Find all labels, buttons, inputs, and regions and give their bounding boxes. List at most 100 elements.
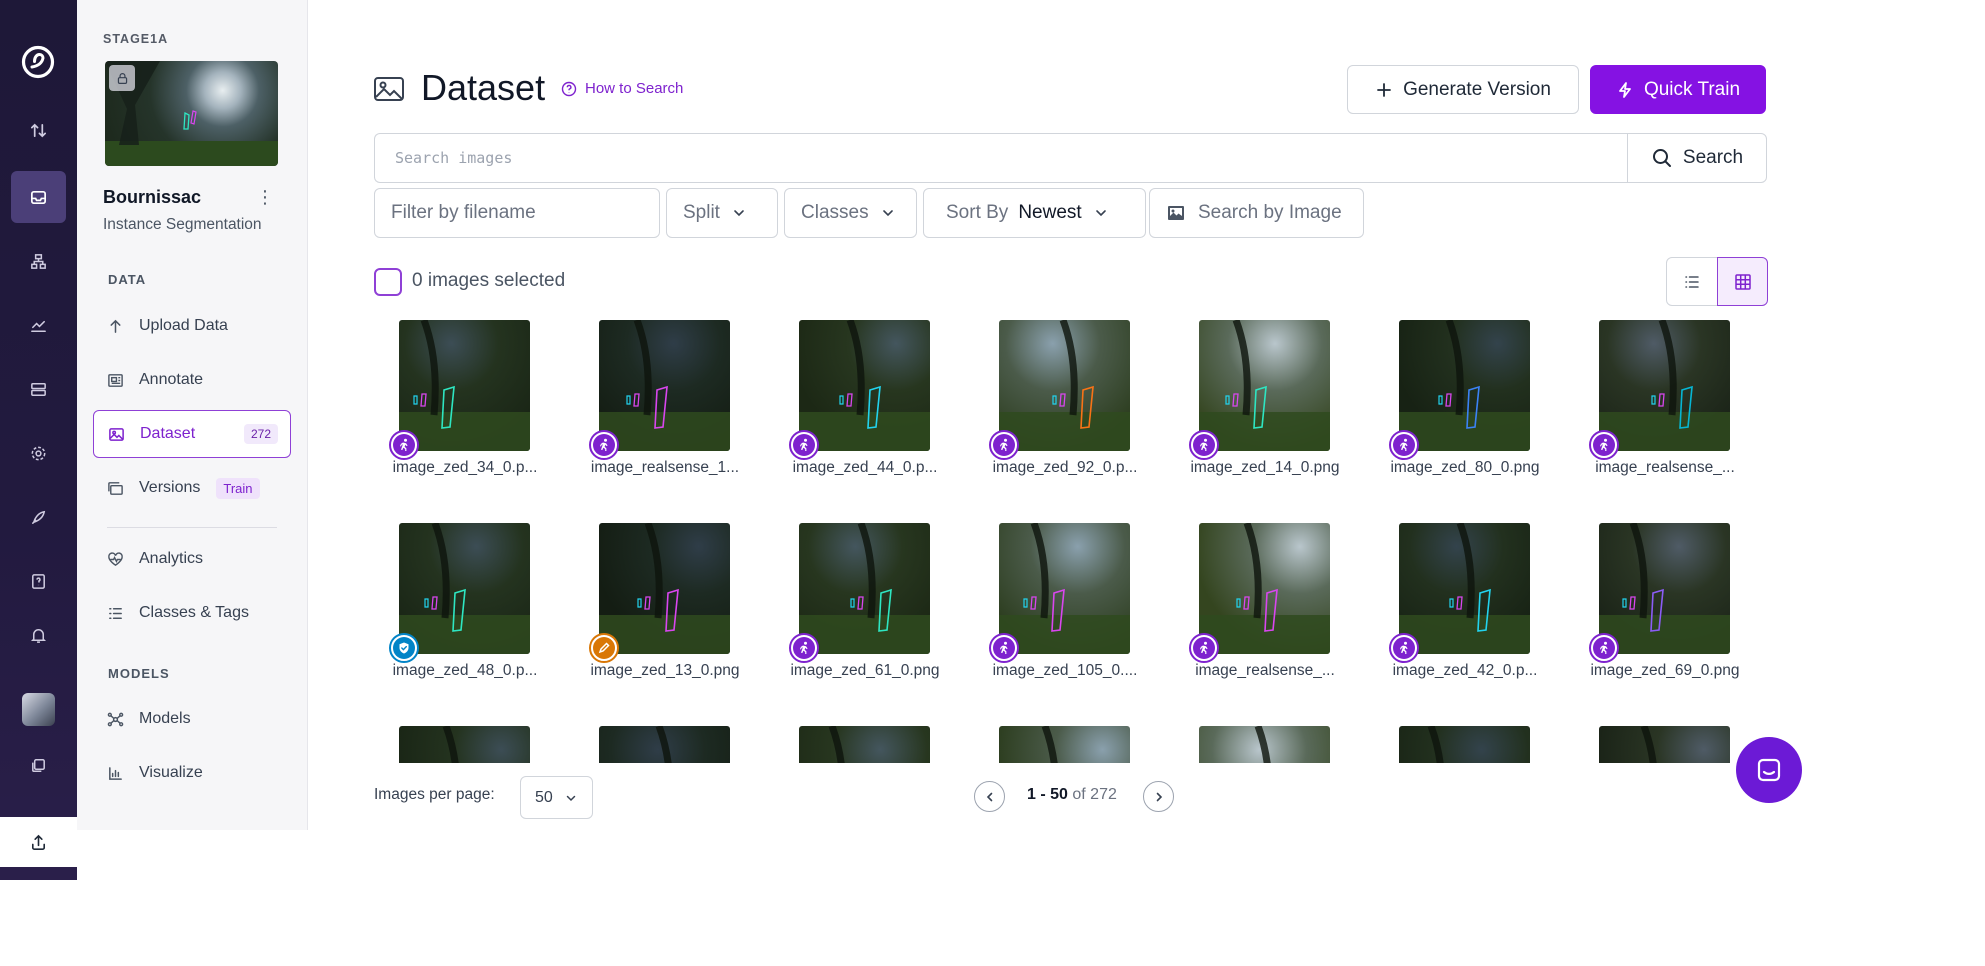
sidebar-item-visualize[interactable]: Visualize xyxy=(93,749,291,797)
image-tile[interactable]: image_zed_44_0.p... xyxy=(773,320,963,493)
previous-page-button[interactable] xyxy=(974,781,1005,812)
workflow-icon[interactable] xyxy=(11,235,66,287)
projects-inbox-icon[interactable] xyxy=(11,171,66,223)
bell-icon[interactable] xyxy=(11,609,66,661)
next-page-button[interactable] xyxy=(1143,781,1174,812)
upload-icon[interactable] xyxy=(0,817,77,867)
image-tile[interactable]: image_zed_34_0.p... xyxy=(374,320,563,493)
image-thumbnail[interactable] xyxy=(1199,523,1330,654)
image-thumbnail[interactable] xyxy=(799,320,930,451)
annotation-status-badge xyxy=(589,633,619,663)
how-to-search-link[interactable]: How to Search xyxy=(561,80,683,97)
user-avatar[interactable] xyxy=(22,693,55,726)
image-tile[interactable]: image_zed_48_0.p... xyxy=(374,506,563,696)
image-tile[interactable] xyxy=(573,709,763,763)
image-tile[interactable]: image_zed_92_0.p... xyxy=(973,320,1163,493)
select-all-checkbox[interactable] xyxy=(374,268,402,296)
more-vertical-icon[interactable]: ⋮ xyxy=(255,186,275,208)
annotation-status-badge xyxy=(1189,430,1219,460)
app-logo-icon[interactable] xyxy=(21,45,55,79)
models-icon xyxy=(107,712,124,726)
sort-by-dropdown[interactable]: Sort By Newest xyxy=(923,188,1146,238)
classes-dropdown[interactable]: Classes xyxy=(784,188,917,238)
image-thumbnail[interactable] xyxy=(1199,726,1330,763)
rocket-icon[interactable] xyxy=(11,491,66,543)
settings-gear-icon[interactable] xyxy=(11,427,66,479)
image-tile[interactable]: image_zed_69_0.png xyxy=(1573,506,1763,696)
image-thumbnail[interactable] xyxy=(1399,523,1530,654)
classes-label: Classes xyxy=(801,202,869,223)
image-thumbnail[interactable] xyxy=(999,523,1130,654)
image-tile[interactable]: image_realsense_... xyxy=(1573,320,1763,493)
image-tile[interactable]: image_zed_61_0.png xyxy=(773,506,963,696)
image-tile[interactable]: image_realsense_1... xyxy=(573,320,763,493)
image-tile[interactable]: image_zed_14_0.png xyxy=(1173,320,1363,493)
sidebar-item-dataset[interactable]: Dataset 272 xyxy=(93,410,291,458)
person-icon xyxy=(1393,637,1415,659)
stacked-docs-icon[interactable] xyxy=(11,739,66,791)
sidebar-item-upload-data[interactable]: Upload Data xyxy=(93,302,291,350)
analytics-rail-icon[interactable] xyxy=(11,299,66,351)
image-filename: image_zed_48_0.p... xyxy=(392,662,538,679)
split-dropdown[interactable]: Split xyxy=(666,188,778,238)
images-per-page-select[interactable]: 50 xyxy=(520,776,593,819)
image-thumbnail[interactable] xyxy=(1199,320,1330,451)
sidebar-item-label: Analytics xyxy=(139,550,204,567)
search-by-image-button[interactable]: Search by Image xyxy=(1149,188,1364,238)
help-book-icon[interactable] xyxy=(11,555,66,607)
images-per-page-value: 50 xyxy=(535,788,553,806)
image-thumbnail[interactable] xyxy=(999,726,1130,763)
image-thumbnail[interactable] xyxy=(1599,320,1730,451)
image-filename: image_zed_92_0.p... xyxy=(992,459,1138,476)
image-thumbnail[interactable] xyxy=(1599,523,1730,654)
list-view-button[interactable] xyxy=(1667,258,1717,305)
image-thumbnail[interactable] xyxy=(399,320,530,451)
sidebar-item-models[interactable]: Models xyxy=(93,695,291,743)
image-thumbnail[interactable] xyxy=(599,523,730,654)
analytics-icon xyxy=(108,551,123,566)
sidebar-item-analytics[interactable]: Analytics xyxy=(93,535,291,583)
image-thumbnail[interactable] xyxy=(799,523,930,654)
chevron-left-icon xyxy=(986,792,992,801)
image-tile[interactable] xyxy=(1173,709,1363,763)
annotation-status-badge xyxy=(389,430,419,460)
sidebar-item-label: Upload Data xyxy=(139,317,228,334)
image-thumbnail[interactable] xyxy=(1399,320,1530,451)
image-thumbnail[interactable] xyxy=(1599,726,1730,763)
image-tile[interactable] xyxy=(973,709,1163,763)
swap-arrows-icon[interactable] xyxy=(11,104,66,156)
search-images-input[interactable]: Search images xyxy=(374,133,1628,183)
sidebar-item-classes-tags[interactable]: Classes & Tags xyxy=(93,589,291,637)
project-thumbnail[interactable] xyxy=(105,61,278,166)
grid-view-button[interactable] xyxy=(1717,257,1768,306)
image-thumbnail[interactable] xyxy=(399,523,530,654)
sidebar-item-versions[interactable]: Versions Train xyxy=(93,464,291,512)
image-tile[interactable] xyxy=(1573,709,1763,763)
quick-train-button[interactable]: Quick Train xyxy=(1590,65,1766,114)
annotation-status-badge xyxy=(589,430,619,460)
image-tile[interactable] xyxy=(1373,709,1563,763)
lock-icon xyxy=(109,65,135,91)
image-tile[interactable]: image_realsense_... xyxy=(1173,506,1363,696)
image-thumbnail[interactable] xyxy=(599,320,730,451)
chat-support-button[interactable] xyxy=(1736,737,1802,803)
view-toggle xyxy=(1666,257,1768,306)
image-tile[interactable]: image_zed_105_0.... xyxy=(973,506,1163,696)
filename-placeholder: Filter by filename xyxy=(391,202,536,223)
image-tile[interactable]: image_zed_42_0.p... xyxy=(1373,506,1563,696)
database-icon[interactable] xyxy=(11,363,66,415)
search-button[interactable]: Search xyxy=(1627,133,1767,183)
image-thumbnail[interactable] xyxy=(599,726,730,763)
image-thumbnail[interactable] xyxy=(1399,726,1530,763)
image-thumbnail[interactable] xyxy=(399,726,530,763)
image-thumbnail[interactable] xyxy=(799,726,930,763)
image-tile[interactable] xyxy=(773,709,963,763)
generate-version-button[interactable]: Generate Version xyxy=(1347,65,1579,114)
sidebar-item-annotate[interactable]: Annotate xyxy=(93,356,291,404)
annotation-status-badge xyxy=(989,633,1019,663)
image-thumbnail[interactable] xyxy=(999,320,1130,451)
image-tile[interactable]: image_zed_13_0.png xyxy=(573,506,763,696)
image-tile[interactable] xyxy=(374,709,563,763)
filter-by-filename-input[interactable]: Filter by filename xyxy=(374,188,660,238)
image-tile[interactable]: image_zed_80_0.png xyxy=(1373,320,1563,493)
